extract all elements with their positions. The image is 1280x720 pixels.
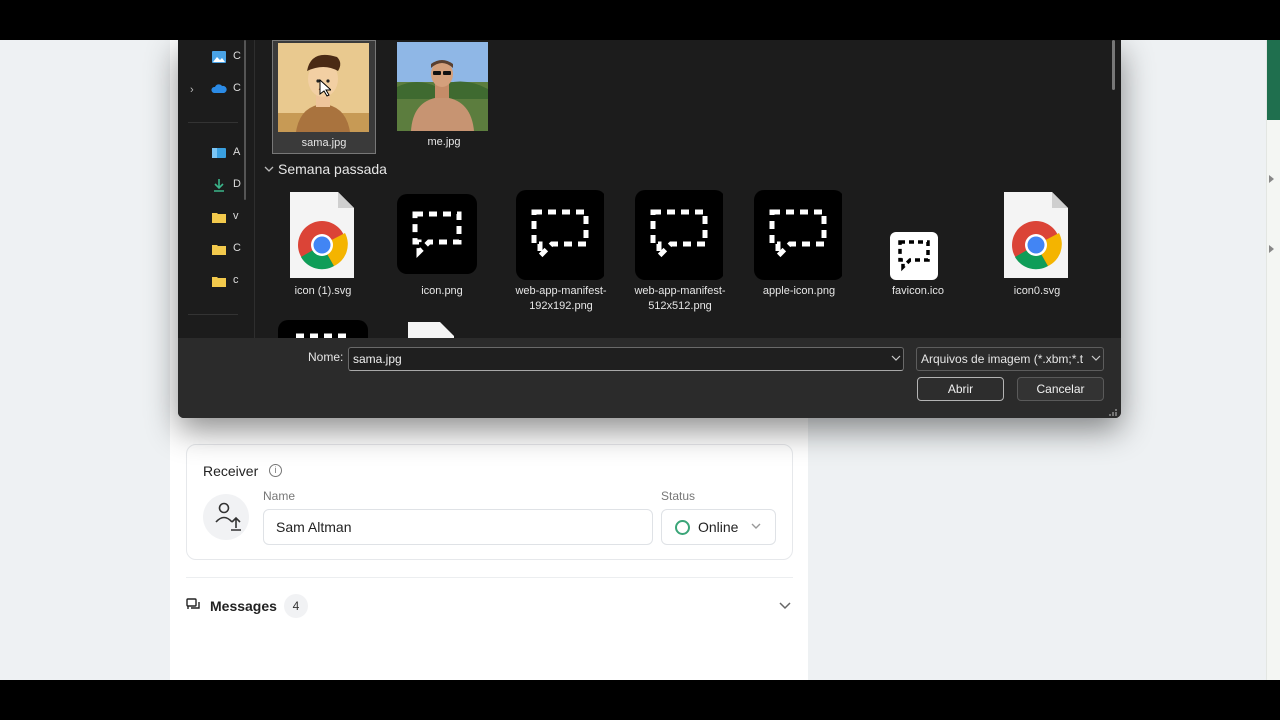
nav-item-label: D — [233, 178, 241, 190]
filename-label: Nome: — [308, 350, 344, 364]
onedrive-icon — [211, 84, 227, 93]
nav-item-folder[interactable]: c — [211, 273, 241, 291]
file-type-select[interactable]: Arquivos de imagem (*.xbm;*.t — [916, 347, 1104, 371]
dashed-chat-icon — [516, 190, 604, 280]
expand-chevron-icon[interactable]: › — [190, 84, 194, 96]
dashed-chat-icon — [397, 194, 477, 274]
side-panel-edge — [1266, 40, 1280, 680]
cancel-button[interactable]: Cancelar — [1017, 377, 1104, 401]
status-value: Online — [698, 519, 739, 535]
file-icon — [408, 322, 454, 338]
file-item-sama[interactable]: sama.jpg — [272, 40, 376, 154]
online-status-icon — [675, 520, 690, 535]
folder-icon — [212, 277, 226, 287]
status-select[interactable]: Online — [661, 509, 776, 545]
download-icon — [214, 179, 224, 192]
file-name: icon.png — [421, 285, 463, 297]
file-name: icon (1).svg — [294, 285, 352, 297]
file-item[interactable]: web-app-manifest-192x192.png — [498, 190, 608, 320]
nav-item-folder[interactable]: C — [211, 241, 241, 259]
file-item[interactable]: apple-icon.png — [736, 190, 846, 320]
nav-scrollbar[interactable] — [244, 40, 246, 200]
collapse-arrow-icon[interactable] — [1269, 175, 1275, 183]
messages-label: Messages — [210, 598, 277, 614]
user-upload-icon — [215, 502, 241, 531]
receiver-name-input[interactable]: Sam Altman — [263, 509, 653, 545]
folder-icon — [212, 213, 226, 223]
file-name: me.jpg — [427, 136, 461, 148]
chrome-file-icon — [290, 192, 354, 278]
file-item[interactable]: icon0.svg — [974, 190, 1084, 320]
folder-icon — [212, 245, 226, 255]
me-thumbnail — [397, 42, 488, 131]
chevron-down-icon — [751, 523, 761, 529]
section-divider — [186, 577, 793, 578]
nav-item-desktop[interactable]: A — [211, 145, 241, 163]
filename-input[interactable]: sama.jpg — [348, 347, 904, 371]
video-letterbox-top — [0, 0, 1280, 40]
avatar-upload-button[interactable] — [203, 494, 249, 540]
dashed-chat-icon — [635, 190, 723, 280]
collapse-arrow-icon[interactable] — [1269, 245, 1275, 253]
status-label: Status — [661, 489, 696, 503]
file-list-scrollbar[interactable] — [1112, 40, 1115, 90]
file-open-dialog: C › C A D v C c sama.jpg me.jpg Semana p… — [178, 40, 1121, 418]
chevron-down-icon — [264, 166, 274, 172]
chevron-down-icon[interactable] — [778, 598, 792, 612]
nav-item-label: C — [233, 82, 241, 94]
mouse-cursor-icon — [319, 79, 331, 97]
nav-item-label: C — [233, 50, 241, 62]
file-item[interactable]: icon.png — [379, 190, 489, 320]
file-item-me[interactable]: me.jpg — [392, 40, 496, 154]
nav-item-downloads[interactable]: D — [211, 177, 241, 195]
chevron-down-icon[interactable] — [890, 352, 902, 364]
resize-grip-icon[interactable] — [1108, 408, 1118, 416]
messages-count-badge: 4 — [284, 594, 308, 618]
nav-separator — [188, 314, 238, 315]
video-letterbox-bottom — [0, 680, 1280, 720]
side-panel-accent — [1267, 40, 1280, 120]
file-name: web-app-manifest-192x192.png — [515, 285, 607, 312]
nav-separator — [188, 122, 238, 123]
file-name: icon0.svg — [1013, 285, 1061, 297]
receiver-title: Receiver — [203, 463, 259, 479]
dialog-footer: Nome: sama.jpg Arquivos de imagem (*.xbm… — [178, 338, 1121, 418]
messages-section-header[interactable]: Messages 4 — [186, 594, 793, 620]
desktop-icon — [212, 148, 226, 158]
file-name: sama.jpg — [301, 137, 347, 149]
file-item[interactable]: favicon.ico — [855, 190, 965, 320]
nav-item-folder[interactable]: v — [211, 209, 241, 227]
nav-item-label: v — [233, 210, 239, 222]
navigation-pane: C › C A D v C c — [178, 40, 246, 338]
nav-item-pictures[interactable]: C — [211, 49, 241, 67]
nav-item-onedrive[interactable]: C — [211, 81, 241, 99]
info-icon[interactable]: i — [269, 464, 282, 477]
nav-item-label: c — [233, 274, 239, 286]
name-label: Name — [263, 489, 296, 503]
messages-icon — [186, 598, 200, 609]
dashed-chat-small-icon — [890, 232, 938, 280]
dashed-chat-icon — [278, 320, 368, 338]
file-name: web-app-manifest-512x512.png — [634, 285, 726, 312]
nav-item-label: A — [233, 146, 241, 158]
chrome-file-icon — [1004, 192, 1068, 278]
pictures-icon — [212, 51, 226, 63]
pane-divider[interactable] — [254, 40, 255, 338]
group-label: Semana passada — [278, 161, 387, 177]
file-item[interactable]: web-app-manifest-512x512.png — [617, 190, 727, 320]
file-name: favicon.ico — [892, 285, 944, 297]
nav-item-label: C — [233, 242, 241, 254]
file-item[interactable]: icon (1).svg — [260, 190, 370, 320]
file-name: apple-icon.png — [762, 285, 836, 297]
browser-viewport: Receiver i Name Sam Altman Status Online — [0, 40, 1280, 680]
chevron-down-icon[interactable] — [1090, 352, 1102, 364]
dashed-chat-icon — [754, 190, 842, 280]
open-button[interactable]: Abrir — [917, 377, 1004, 401]
group-header-last-week[interactable]: Semana passada — [264, 161, 387, 177]
file-list: sama.jpg me.jpg Semana passada icon (1).… — [258, 40, 1113, 338]
receiver-card: Receiver i Name Sam Altman Status Online — [186, 444, 793, 560]
